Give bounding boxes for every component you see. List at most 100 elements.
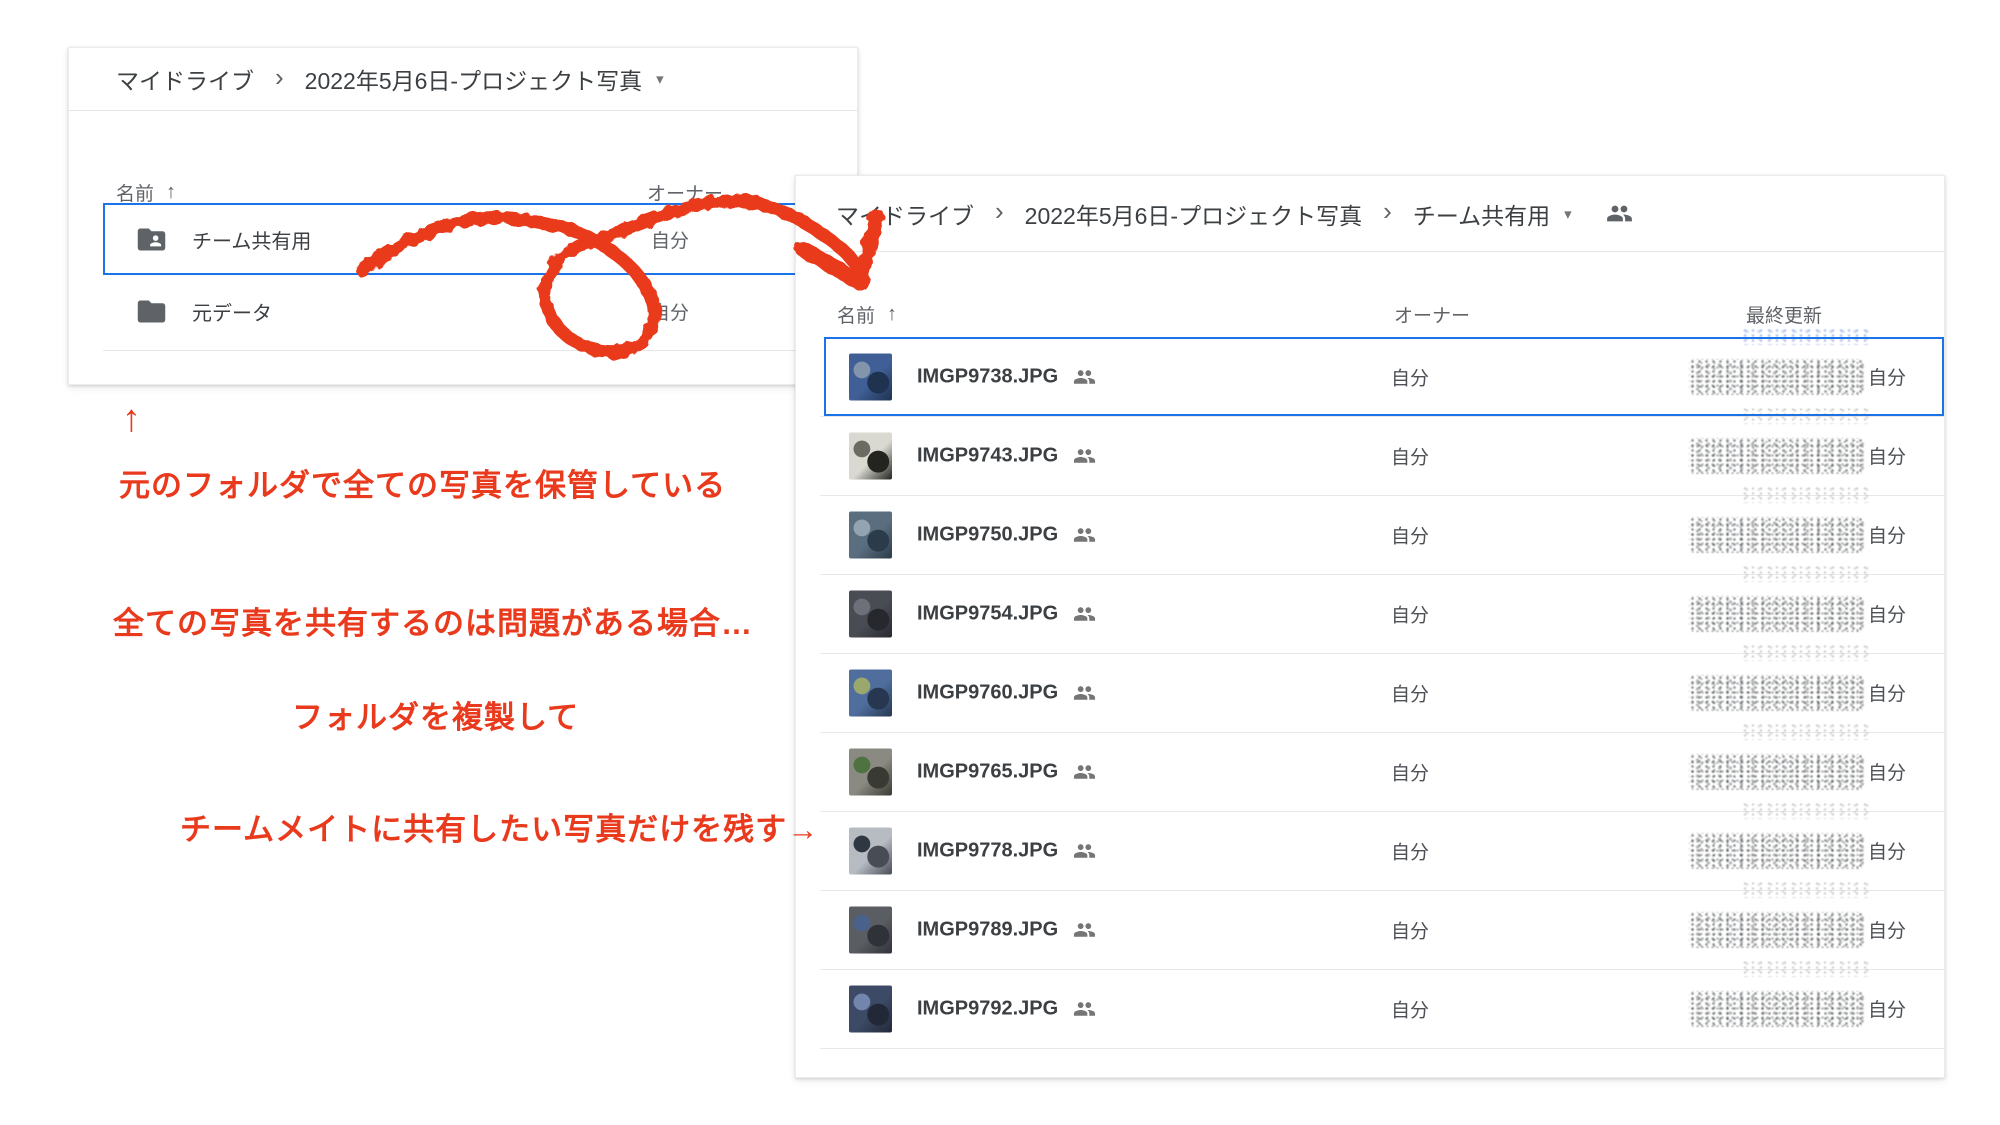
file-owner: 自分: [1391, 679, 1429, 706]
file-row[interactable]: IMGP9765.JPG 自分 自分: [796, 732, 1944, 811]
drive-window-shared-folder: マイドライブ › 2022年5月6日-プロジェクト写真 › チーム共有用 ▾ 名…: [795, 175, 1945, 1078]
file-name: IMGP9789.JPG: [917, 918, 1058, 941]
file-owner: 自分: [1391, 600, 1429, 627]
file-row[interactable]: IMGP9754.JPG 自分 自分: [796, 574, 1944, 653]
file-name: IMGP9760.JPG: [917, 681, 1058, 704]
column-header-last-modified[interactable]: 最終更新: [1746, 301, 1822, 328]
annotation-up-arrow: ↑: [122, 398, 142, 441]
redacted-scribble: [1689, 991, 1864, 1027]
breadcrumb-current-folder[interactable]: 2022年5月6日-プロジェクト写真: [305, 62, 642, 96]
modified-by: 自分: [1868, 679, 1906, 706]
photo-thumbnail: [849, 511, 892, 558]
file-owner: 自分: [1391, 837, 1429, 864]
column-header-owner[interactable]: オーナー: [647, 179, 723, 206]
file-owner: 自分: [1391, 916, 1429, 943]
chevron-right-icon: ›: [995, 196, 1004, 227]
folder-shared-icon: [135, 223, 168, 256]
folder-name: チーム共有用: [192, 225, 311, 254]
modified-by: 自分: [1868, 758, 1906, 785]
redacted-scribble: [1689, 754, 1864, 790]
file-owner: 自分: [1391, 995, 1429, 1022]
last-modified-cell: 自分: [1689, 438, 1906, 474]
shared-people-icon: [1073, 918, 1096, 941]
last-modified-cell: 自分: [1689, 754, 1906, 790]
shared-people-icon: [1606, 200, 1633, 227]
chevron-right-icon: ›: [275, 62, 284, 93]
shared-people-icon: [1073, 681, 1096, 704]
redacted-scribble: [1689, 675, 1864, 711]
file-owner: 自分: [1391, 758, 1429, 785]
modified-by: 自分: [1868, 600, 1906, 627]
drive-window-parent-folder: マイドライブ › 2022年5月6日-プロジェクト写真 ▾ 名前 ↑ オーナー …: [68, 47, 858, 385]
column-header-name[interactable]: 名前 ↑: [837, 301, 897, 328]
column-header-name[interactable]: 名前 ↑: [116, 179, 176, 206]
photo-thumbnail: [849, 432, 892, 479]
chevron-down-icon[interactable]: ▾: [1564, 205, 1572, 223]
chevron-down-icon[interactable]: ▾: [656, 70, 664, 88]
shared-people-icon: [1073, 839, 1096, 862]
annotation-text: チームメイトに共有したい写真だけを残す→: [180, 804, 819, 849]
redacted-scribble: [1741, 565, 1871, 582]
folder-name: 元データ: [192, 297, 272, 326]
last-modified-cell: 自分: [1689, 675, 1906, 711]
redacted-scribble: [1741, 802, 1871, 819]
last-modified-cell: 自分: [1689, 596, 1906, 632]
shared-people-icon: [1073, 523, 1096, 546]
last-modified-cell: 自分: [1689, 912, 1906, 948]
modified-by: 自分: [1868, 916, 1906, 943]
breadcrumb-my-drive[interactable]: マイドライブ: [116, 62, 254, 96]
breadcrumb: マイドライブ › 2022年5月6日-プロジェクト写真 › チーム共有用 ▾: [796, 176, 1944, 252]
file-name: IMGP9765.JPG: [917, 760, 1058, 783]
file-owner: 自分: [1391, 363, 1429, 390]
breadcrumb-parent-folder[interactable]: 2022年5月6日-プロジェクト写真: [1025, 197, 1362, 231]
sort-ascending-icon: ↑: [887, 303, 897, 326]
redacted-scribble: [1689, 833, 1864, 869]
chevron-right-icon: ›: [1383, 196, 1392, 227]
shared-people-icon: [1073, 444, 1096, 467]
file-name: IMGP9778.JPG: [917, 839, 1058, 862]
last-modified-cell: 自分: [1689, 991, 1906, 1027]
file-owner: 自分: [1391, 521, 1429, 548]
folder-row[interactable]: チーム共有用 自分: [69, 203, 857, 275]
file-name: IMGP9738.JPG: [917, 365, 1058, 388]
redacted-scribble: [1741, 486, 1871, 503]
column-header-owner[interactable]: オーナー: [1394, 301, 1470, 328]
file-row[interactable]: IMGP9789.JPG 自分 自分: [796, 890, 1944, 969]
file-row[interactable]: IMGP9760.JPG 自分 自分: [796, 653, 1944, 732]
redacted-scribble: [1689, 517, 1864, 553]
redacted-scribble: [1689, 359, 1864, 395]
photo-thumbnail: [849, 985, 892, 1032]
divider: [103, 350, 857, 351]
file-name: IMGP9743.JPG: [917, 444, 1058, 467]
modified-by: 自分: [1868, 995, 1906, 1022]
file-row[interactable]: IMGP9792.JPG 自分 自分: [796, 969, 1944, 1048]
last-modified-cell: 自分: [1689, 517, 1906, 553]
file-row[interactable]: IMGP9743.JPG 自分 自分: [796, 416, 1944, 495]
redacted-scribble: [1689, 438, 1864, 474]
file-name: IMGP9750.JPG: [917, 523, 1058, 546]
shared-people-icon: [1073, 365, 1096, 388]
redacted-scribble: [1689, 912, 1864, 948]
annotation-text: 全ての写真を共有するのは問題がある場合…: [113, 598, 753, 643]
file-row[interactable]: IMGP9750.JPG 自分 自分: [796, 495, 1944, 574]
folder-owner: 自分: [651, 226, 689, 253]
file-row[interactable]: IMGP9738.JPG 自分 自分: [796, 337, 1944, 416]
redacted-scribble: [1741, 881, 1871, 898]
shared-people-icon: [1073, 760, 1096, 783]
last-modified-cell: 自分: [1689, 833, 1906, 869]
folder-row[interactable]: 元データ 自分: [69, 275, 857, 347]
shared-people-icon: [1073, 997, 1096, 1020]
photo-thumbnail: [849, 590, 892, 637]
file-row[interactable]: IMGP9778.JPG 自分 自分: [796, 811, 1944, 890]
breadcrumb-my-drive[interactable]: マイドライブ: [836, 197, 974, 231]
file-owner: 自分: [1391, 442, 1429, 469]
breadcrumb-current-folder[interactable]: チーム共有用: [1413, 197, 1550, 231]
photo-thumbnail: [849, 353, 892, 400]
modified-by: 自分: [1868, 363, 1906, 390]
redacted-scribble: [1741, 723, 1871, 740]
redacted-scribble: [1689, 596, 1864, 632]
breadcrumb: マイドライブ › 2022年5月6日-プロジェクト写真 ▾: [69, 48, 857, 111]
redacted-scribble: [1741, 407, 1871, 424]
annotation-text: 元のフォルダで全ての写真を保管している: [119, 460, 726, 505]
redacted-scribble: [1741, 328, 1871, 345]
